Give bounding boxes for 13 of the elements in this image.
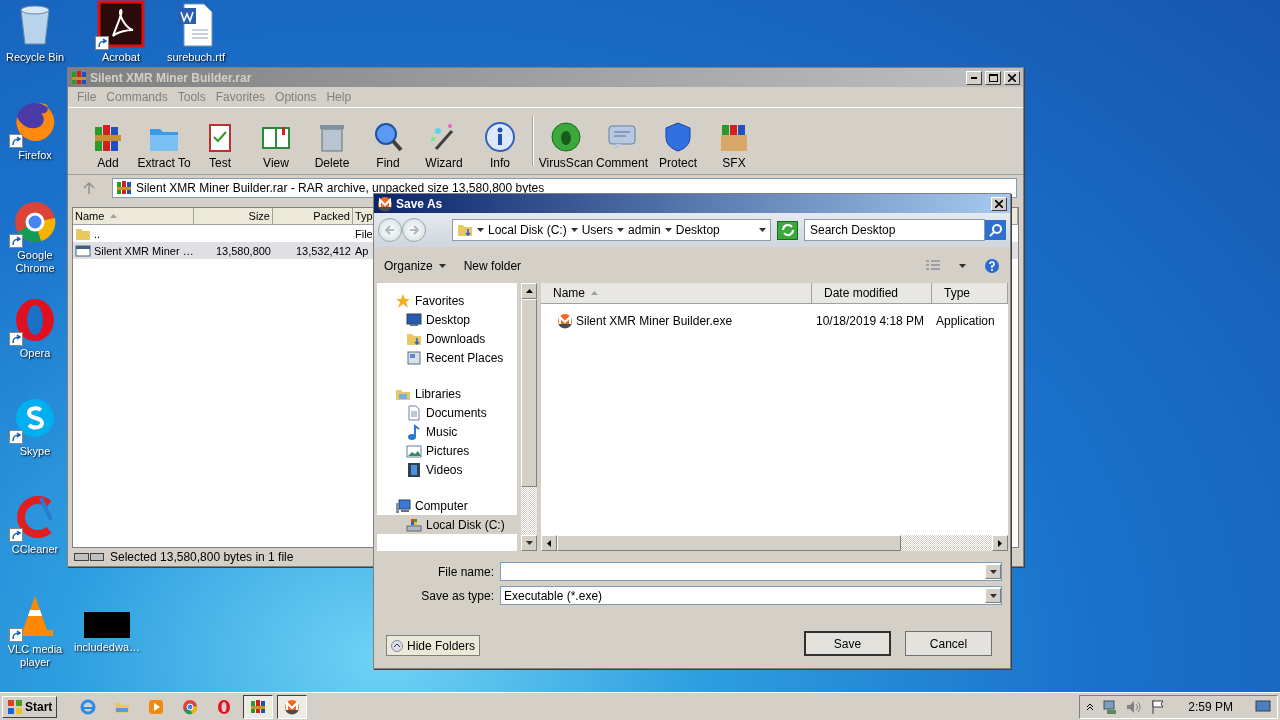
field-label: Save as type: bbox=[420, 588, 494, 603]
file-name-cell: Silent XMR Miner … bbox=[73, 242, 194, 259]
type-cell-text: Application bbox=[935, 314, 996, 328]
type-cell-text: File bbox=[354, 227, 374, 240]
file-name-cell: .. bbox=[73, 225, 194, 242]
size-cell-text: 13,580,800 bbox=[214, 244, 272, 257]
date-cell-text: 10/18/2019 4:18 PM bbox=[815, 314, 926, 328]
type-cell-text: Ap bbox=[354, 244, 370, 257]
status-text: Selected 13,580,800 bytes in 1 file bbox=[110, 550, 294, 564]
packed-cell-text: 13,532,412 bbox=[294, 244, 352, 257]
window-title: Silent XMR Miner Builder.rar bbox=[90, 70, 253, 85]
field-label: File name: bbox=[436, 564, 494, 579]
dialog-title: Save As bbox=[396, 196, 444, 211]
